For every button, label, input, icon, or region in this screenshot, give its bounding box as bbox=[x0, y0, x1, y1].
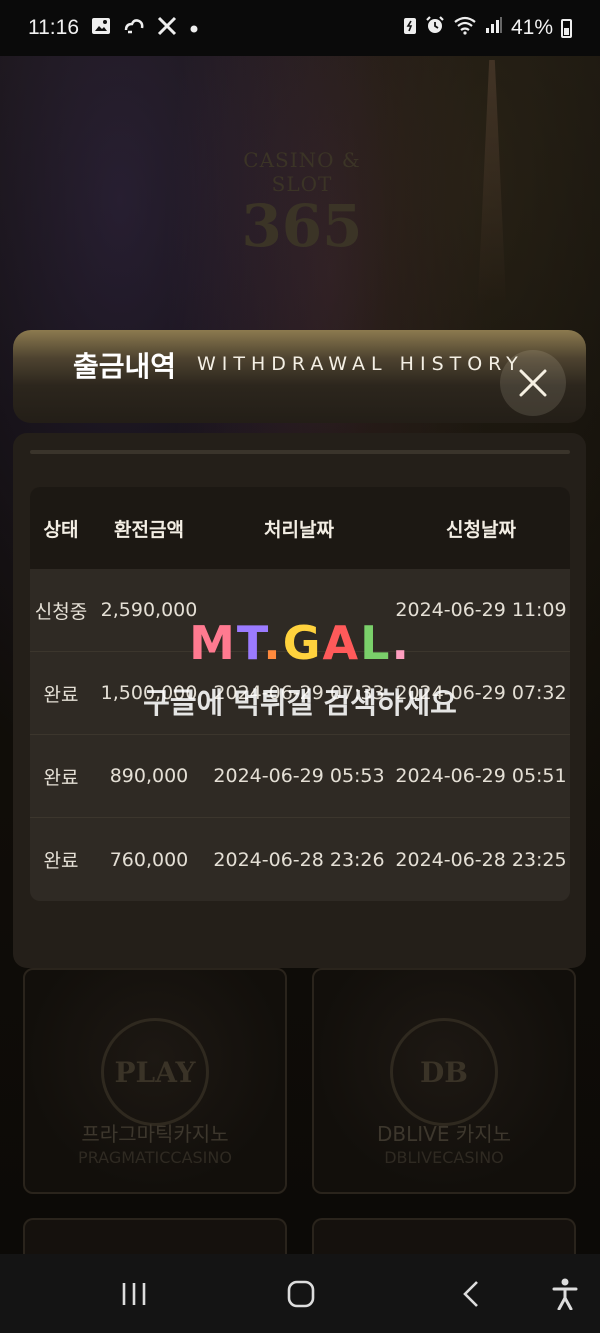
column-header-requested-date: 신청날짜 bbox=[446, 518, 516, 541]
pragmatic-logo: PLAY bbox=[101, 1018, 209, 1126]
row-processed-date: 2024-06-29 07:33 bbox=[213, 682, 385, 704]
status-time: 11:16 bbox=[28, 16, 79, 39]
table-row: 완료 890,000 2024-06-29 05:53 2024-06-29 0… bbox=[30, 735, 570, 818]
dblive-logo: DB bbox=[390, 1018, 498, 1126]
withdrawal-history-table: 상태 환전금액 처리날짜 신청날짜 신청중 2,590,000 2024-06-… bbox=[30, 487, 570, 901]
accessibility-icon bbox=[552, 1278, 578, 1310]
back-button[interactable] bbox=[451, 1274, 491, 1314]
row-status: 신청중 bbox=[34, 600, 88, 623]
table-row: 완료 1,500,000 2024-06-29 07:33 2024-06-29… bbox=[30, 652, 570, 735]
game-card-subtitle: PRAGMATICCASINO bbox=[78, 1148, 232, 1167]
column-header-processed-date: 처리날짜 bbox=[264, 518, 334, 541]
table-row: 완료 760,000 2024-06-28 23:26 2024-06-28 2… bbox=[30, 818, 570, 901]
image-icon bbox=[91, 16, 111, 41]
game-card-title: 프라그마틱카지노 bbox=[81, 1122, 229, 1146]
row-amount: 760,000 bbox=[109, 848, 189, 871]
game-card-subtitle: DBLIVECASINO bbox=[384, 1148, 504, 1167]
close-icon bbox=[519, 369, 547, 397]
row-amount: 1,500,000 bbox=[100, 682, 198, 704]
signal-icon bbox=[485, 16, 503, 40]
game-card-dblive[interactable]: DB DBLIVE 카지노 DBLIVECASINO bbox=[312, 968, 576, 1194]
navigation-bar bbox=[0, 1254, 600, 1333]
game-card-next[interactable] bbox=[312, 1218, 576, 1258]
game-card-pragmatic[interactable]: PLAY 프라그마틱카지노 PRAGMATICCASINO bbox=[23, 968, 287, 1194]
row-status: 완료 bbox=[43, 766, 79, 789]
home-button[interactable] bbox=[281, 1274, 321, 1314]
table-header: 상태 환전금액 처리날짜 신청날짜 bbox=[30, 487, 570, 569]
row-requested-date: 2024-06-28 23:25 bbox=[395, 848, 567, 871]
row-processed-date: 2024-06-28 23:26 bbox=[213, 848, 385, 871]
modal-subtitle: WITHDRAWAL HISTORY bbox=[197, 353, 524, 375]
table-row: 신청중 2,590,000 2024-06-29 11:09 bbox=[30, 569, 570, 652]
row-status: 완료 bbox=[43, 850, 79, 872]
row-status: 완료 bbox=[43, 683, 79, 706]
status-bar: 11:16 41% bbox=[0, 0, 600, 56]
brand-number: 365 bbox=[241, 192, 363, 260]
modal-divider bbox=[30, 450, 570, 454]
home-icon bbox=[287, 1280, 315, 1308]
recent-apps-icon bbox=[122, 1283, 146, 1305]
recent-apps-button[interactable] bbox=[114, 1274, 154, 1314]
column-header-status: 상태 bbox=[43, 518, 79, 541]
battery-icon bbox=[561, 18, 572, 38]
game-card-title: DBLIVE 카지노 bbox=[376, 1122, 512, 1146]
alarm-icon bbox=[425, 15, 445, 41]
modal-title: 출금내역 bbox=[73, 350, 177, 383]
x-logo-icon bbox=[157, 16, 177, 41]
column-header-amount: 환전금액 bbox=[114, 518, 184, 541]
accessibility-button[interactable] bbox=[545, 1274, 585, 1314]
row-requested-date: 2024-06-29 11:09 bbox=[395, 599, 567, 621]
battery-percent: 41% bbox=[510, 16, 553, 39]
brand-top-text: CASINO & SLOT bbox=[243, 148, 361, 196]
row-processed-date: 2024-06-29 05:53 bbox=[213, 765, 385, 787]
close-button[interactable] bbox=[500, 350, 566, 416]
game-card-next[interactable] bbox=[23, 1218, 287, 1258]
wifi-icon bbox=[453, 15, 477, 41]
cloud-sync-icon bbox=[123, 17, 145, 40]
battery-saver-icon bbox=[403, 15, 417, 41]
row-amount: 890,000 bbox=[109, 765, 189, 787]
back-icon bbox=[463, 1281, 478, 1307]
dot-icon bbox=[189, 18, 199, 39]
row-requested-date: 2024-06-29 07:32 bbox=[395, 682, 567, 704]
background-brand-logo: CASINO & SLOT 365 bbox=[212, 148, 392, 256]
row-amount: 2,590,000 bbox=[100, 599, 198, 621]
row-requested-date: 2024-06-29 05:51 bbox=[395, 765, 567, 787]
